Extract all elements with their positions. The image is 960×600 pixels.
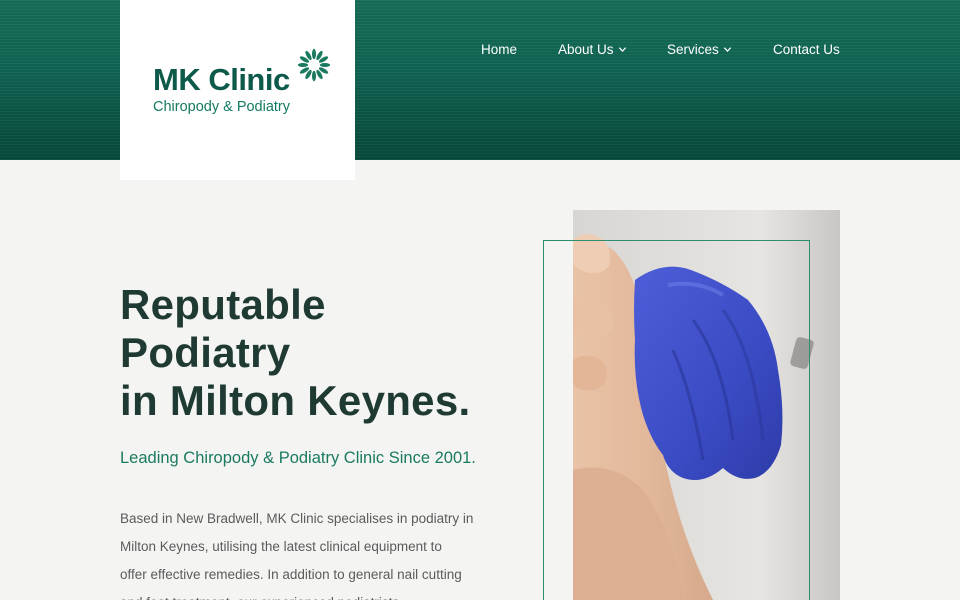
nav-about-us[interactable]: About Us <box>558 42 627 57</box>
hero-body-line: and foot treatment, our experienced podi… <box>120 589 500 600</box>
nav-services[interactable]: Services <box>667 42 732 57</box>
hero-body-line: Milton Keynes, utilising the latest clin… <box>120 539 442 554</box>
hero-body-text: Based in New Bradwell, MK Clinic special… <box>120 505 500 600</box>
nav-services-label: Services <box>667 42 719 57</box>
hero-photo <box>573 210 840 600</box>
logo-title: MK Clinic <box>153 62 290 97</box>
logo-tagline: Chiropody & Podiatry <box>153 99 291 115</box>
hero-tagline: Leading Chiropody & Podiatry Clinic Sinc… <box>120 449 476 467</box>
nav-home-label: Home <box>481 42 518 57</box>
gloved-hand-examining-foot-photo <box>573 210 840 600</box>
logo[interactable]: MK Clinic Chiropody & Podiatry <box>120 0 355 180</box>
hero-body-line: Based in New Bradwell, MK Clinic special… <box>120 511 474 526</box>
hero-body-line: offer effective remedies. In addition to… <box>120 567 462 582</box>
hero-title-line: in Milton Keynes. <box>120 377 471 424</box>
sunburst-icon <box>297 48 331 82</box>
hero-title-line: Reputable <box>120 281 326 328</box>
nav-home[interactable]: Home <box>481 42 517 57</box>
chevron-down-icon <box>723 47 731 53</box>
hero-title: Reputable Podiatry in Milton Keynes. <box>120 281 540 425</box>
hero-title-line: Podiatry <box>120 329 291 376</box>
chevron-down-icon <box>618 47 626 53</box>
nav-about-us-label: About Us <box>558 42 614 57</box>
nav-contact-us[interactable]: Contact Us <box>773 42 840 57</box>
nav-contact-us-label: Contact Us <box>773 42 840 57</box>
